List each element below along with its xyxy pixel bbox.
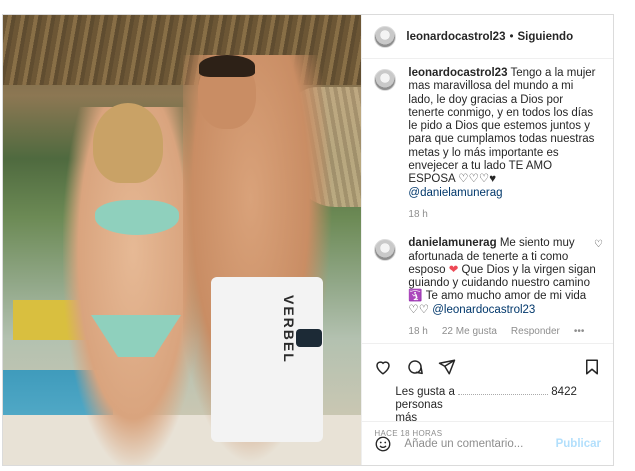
pray-emoji: 🛐 (408, 290, 423, 303)
follow-status-button[interactable]: Siguiendo (518, 31, 574, 43)
more-icon[interactable]: ••• (574, 325, 585, 338)
woman-hair (93, 103, 163, 183)
comment-item: danielamunerag Me siento muy afortunada … (362, 237, 613, 338)
emoji-icon[interactable] (374, 435, 392, 453)
comment-body: danielamunerag Me siento muy afortunada … (408, 237, 601, 338)
caption-time[interactable]: 18 h (408, 208, 427, 221)
comment-mention[interactable]: @leonardocastrol23 (432, 304, 535, 316)
man-hair (199, 55, 255, 77)
shorts-text: VERBEL (281, 295, 297, 364)
comment-input[interactable]: Añade un comentario... (404, 438, 555, 450)
share-icon[interactable] (438, 358, 456, 376)
hearts-emoji: ♡♡ (408, 303, 430, 316)
caption-body: leonardocastrol23 Tengo a la mujer mas m… (408, 67, 601, 221)
likes-summary[interactable]: Les gusta a 8422 personas más (362, 376, 613, 425)
comment-likes[interactable]: 22 Me gusta (442, 325, 497, 338)
caption-mention[interactable]: @danielamunerag (408, 187, 502, 199)
action-bar: Les gusta a 8422 personas más HACE 18 HO… (362, 343, 613, 438)
red-heart-emoji: ❤ (448, 263, 459, 276)
add-comment-bar: Añade un comentario... Publicar (362, 421, 613, 465)
separator-dot: • (509, 30, 514, 43)
heart-icon[interactable] (374, 358, 392, 376)
shorts (211, 277, 323, 442)
header-username[interactable]: leonardocastrol23 (406, 31, 505, 43)
likes-name-redacted (458, 394, 549, 395)
caption-text: Tengo a la mujer mas maravillosa del mun… (408, 67, 596, 186)
avatar[interactable] (374, 25, 397, 48)
comment-avatar[interactable] (374, 239, 397, 262)
caption-avatar[interactable] (374, 69, 397, 91)
post-photo[interactable]: VERBEL (3, 15, 362, 465)
caption: leonardocastrol23 Tengo a la mujer mas m… (362, 67, 613, 221)
likes-prefix: Les gusta a (395, 386, 455, 398)
comment-time[interactable]: 18 h (408, 325, 427, 338)
post-sidebar: leonardocastrol23 • Siguiendo leonardoca… (361, 15, 613, 465)
post-header: leonardocastrol23 • Siguiendo (362, 15, 613, 59)
post-button[interactable]: Publicar (556, 438, 601, 450)
comment-like-heart-icon[interactable]: ♡ (594, 239, 603, 250)
comment-username[interactable]: danielamunerag (408, 237, 496, 249)
comment-meta: 18 h 22 Me gusta Responder ••• (408, 325, 601, 338)
reply-button[interactable]: Responder (511, 325, 560, 338)
bookmark-icon[interactable] (583, 358, 601, 376)
caption-username[interactable]: leonardocastrol23 (408, 67, 507, 79)
action-icons (362, 344, 613, 376)
comments-list: leonardocastrol23 Tengo a la mujer mas m… (362, 67, 613, 338)
comment-text-3: Te amo mucho amor de mi vida (425, 290, 587, 303)
caption-meta: 18 h (408, 208, 601, 221)
post-modal: VERBEL leonardocastrol23 • Siguiendo leo… (2, 14, 614, 466)
bikini-top (95, 200, 179, 235)
comment-icon[interactable] (406, 358, 424, 376)
watch (296, 329, 322, 347)
